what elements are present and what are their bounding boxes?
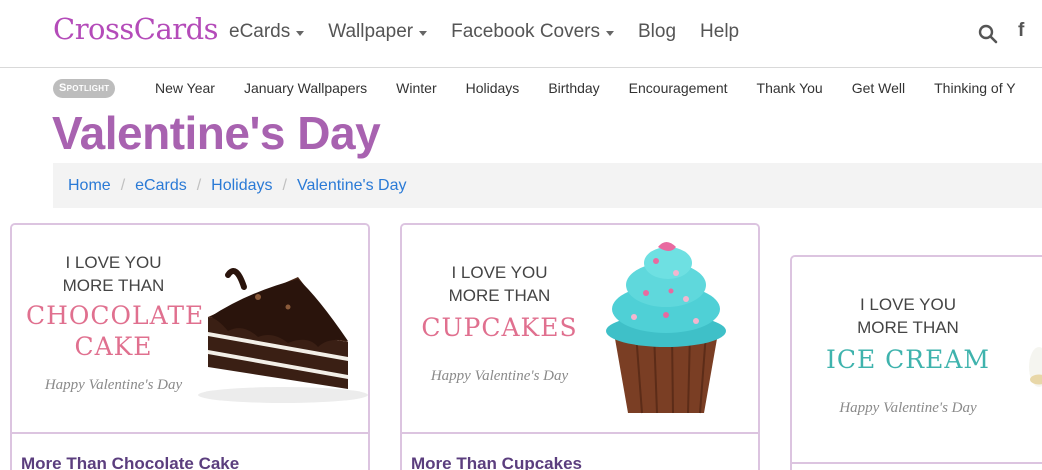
- card-text-block: I LOVE YOU MORE THAN CUPCAKES Happy Vale…: [412, 261, 587, 385]
- breadcrumb-separator: /: [282, 176, 287, 194]
- breadcrumb-holidays[interactable]: Holidays: [211, 177, 272, 195]
- nav-ecards-label: eCards: [229, 21, 291, 42]
- nav-wallpaper[interactable]: Wallpaper: [328, 21, 428, 43]
- card-headline: CHOCOLATE: [26, 301, 205, 330]
- nav-wallpaper-label: Wallpaper: [328, 21, 414, 42]
- ecard-card[interactable]: I LOVE YOU MORE THAN CUPCAKES Happy Vale…: [400, 223, 760, 470]
- card-line2: MORE THAN: [857, 318, 959, 337]
- ecard-thumbnail[interactable]: I LOVE YOU MORE THAN CHOCOLATE CAKE Happ…: [12, 225, 368, 434]
- card-headline: CUPCAKES: [421, 313, 578, 342]
- spotlight-link-get-well[interactable]: Get Well: [852, 80, 905, 96]
- card-line1: I LOVE YOU: [451, 263, 548, 282]
- chocolate-cake-image: [198, 268, 368, 403]
- chevron-down-icon: [296, 30, 305, 36]
- page-title: Valentine's Day: [52, 107, 381, 159]
- chevron-down-icon: [419, 30, 428, 36]
- breadcrumb: Home / eCards / Holidays / Valentine's D…: [53, 163, 1042, 208]
- facebook-icon[interactable]: f: [1018, 20, 1024, 42]
- card-title[interactable]: More Than Chocolate Cake: [21, 454, 239, 470]
- cupcake-image: [606, 242, 726, 414]
- spotlight-link-winter[interactable]: Winter: [396, 80, 436, 96]
- nav-help-label: Help: [700, 21, 740, 42]
- spotlight-link-encouragement[interactable]: Encouragement: [629, 80, 728, 96]
- breadcrumb-separator: /: [196, 176, 202, 194]
- spotlight-link-january-wallpapers[interactable]: January Wallpapers: [244, 80, 367, 96]
- card-footer: Happy Valentine's Day: [839, 400, 977, 416]
- card-headline: ICE CREAM: [825, 345, 991, 374]
- spotlight-link-holidays[interactable]: Holidays: [466, 80, 520, 96]
- spotlight-link-birthday[interactable]: Birthday: [548, 80, 599, 96]
- nav-facebook-covers[interactable]: Facebook Covers: [451, 21, 614, 43]
- card-line1: I LOVE YOU: [65, 253, 162, 272]
- nav-ecards[interactable]: eCards: [229, 21, 305, 43]
- ecard-thumbnail[interactable]: I LOVE YOU MORE THAN CUPCAKES Happy Vale…: [402, 225, 758, 434]
- card-headline-2: CAKE: [74, 332, 153, 361]
- card-title[interactable]: More Than Cupcakes: [411, 454, 582, 470]
- search-icon[interactable]: [978, 24, 998, 44]
- nav-help[interactable]: Help: [700, 21, 739, 43]
- breadcrumb-home[interactable]: Home: [68, 177, 111, 195]
- ecard-thumbnail[interactable]: I LOVE YOU MORE THAN ICE CREAM Happy Val…: [792, 257, 1042, 464]
- spotlight-link-thinking-of[interactable]: Thinking of Y: [934, 80, 1015, 96]
- nav-blog[interactable]: Blog: [638, 21, 676, 43]
- nav-blog-label: Blog: [638, 21, 677, 42]
- top-navbar: CrossCards eCards Wallpaper Facebook Cov…: [0, 0, 1042, 68]
- main-nav: eCards Wallpaper Facebook Covers Blog He…: [229, 21, 763, 43]
- breadcrumb-ecards[interactable]: eCards: [135, 177, 187, 195]
- card-footer: Happy Valentine's Day: [44, 377, 183, 393]
- spotlight-link-thank-you[interactable]: Thank You: [757, 80, 823, 96]
- crosscards-logo[interactable]: CrossCards: [53, 12, 219, 46]
- card-text-block: I LOVE YOU MORE THAN CHOCOLATE CAKE Happ…: [26, 251, 205, 394]
- nav-facebook-covers-label: Facebook Covers: [451, 21, 600, 42]
- ecard-card[interactable]: I LOVE YOU MORE THAN ICE CREAM Happy Val…: [790, 255, 1042, 470]
- card-line2: MORE THAN: [448, 286, 551, 305]
- card-footer: Happy Valentine's Day: [430, 368, 569, 384]
- chevron-down-icon: [606, 30, 614, 36]
- spotlight-link-new-year[interactable]: New Year: [155, 80, 215, 96]
- card-line2: MORE THAN: [62, 276, 165, 295]
- breadcrumb-valentines-day[interactable]: Valentine's Day: [297, 177, 406, 195]
- breadcrumb-separator: /: [120, 176, 126, 194]
- card-line1: I LOVE YOU: [859, 295, 957, 314]
- ecard-card[interactable]: I LOVE YOU MORE THAN CHOCOLATE CAKE Happ…: [10, 223, 370, 470]
- card-text-block: I LOVE YOU MORE THAN ICE CREAM Happy Val…: [812, 293, 1004, 417]
- ice-cream-image: [1029, 347, 1042, 387]
- spotlight-links: New Year January Wallpapers Winter Holid…: [155, 80, 1042, 96]
- spotlight-bar: Spotlight New Year January Wallpapers Wi…: [0, 76, 1042, 104]
- spotlight-badge: Spotlight: [53, 79, 116, 98]
